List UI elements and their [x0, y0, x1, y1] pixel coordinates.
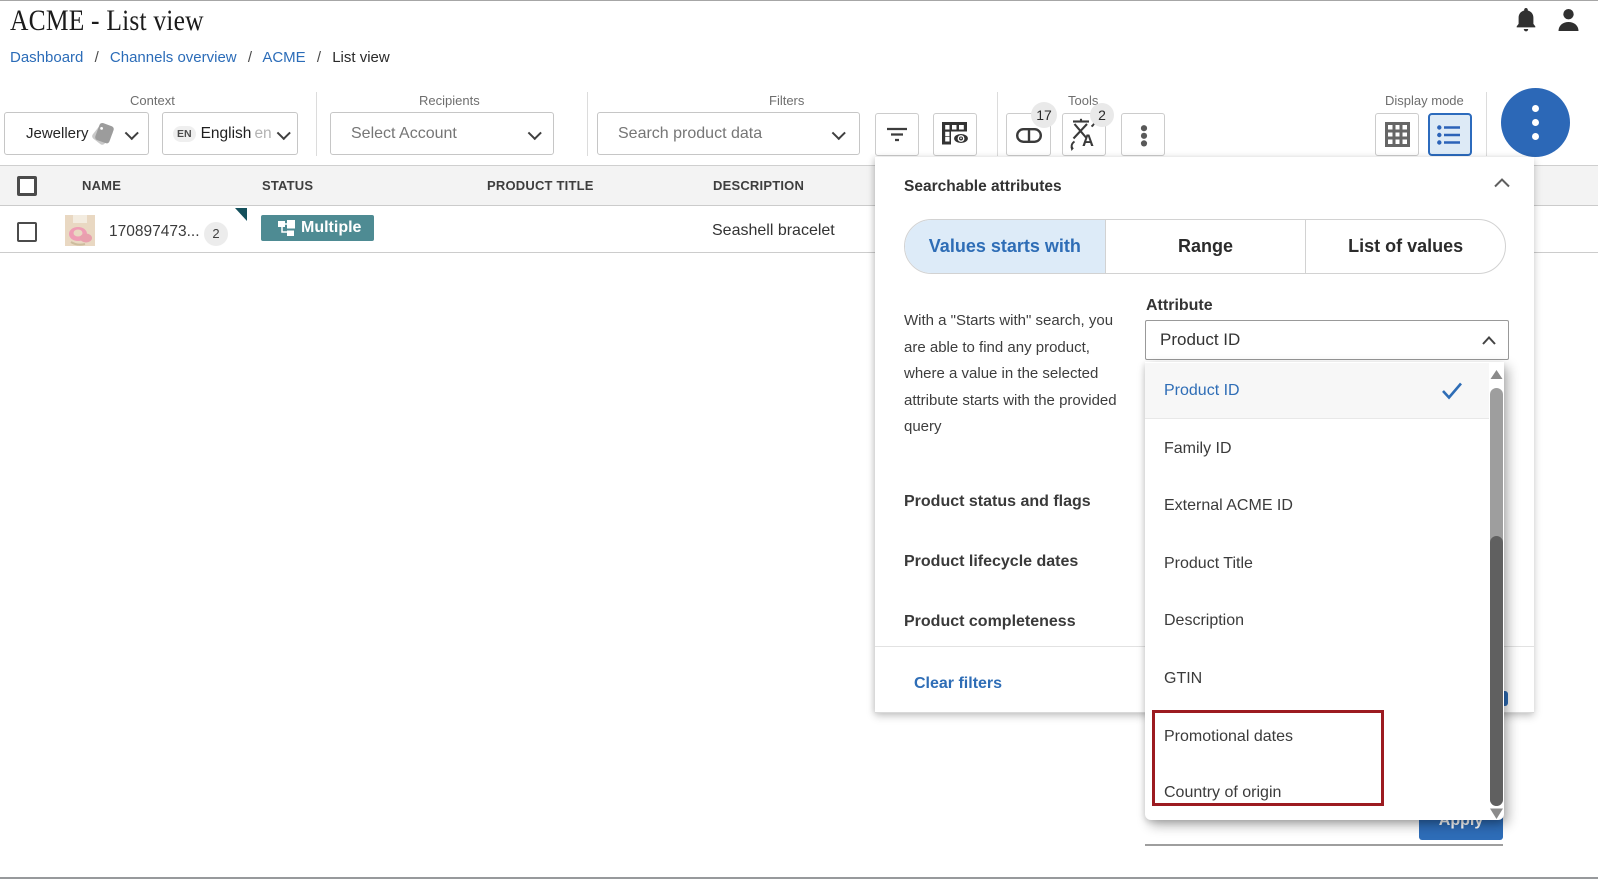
svg-text:A: A	[1082, 132, 1094, 150]
